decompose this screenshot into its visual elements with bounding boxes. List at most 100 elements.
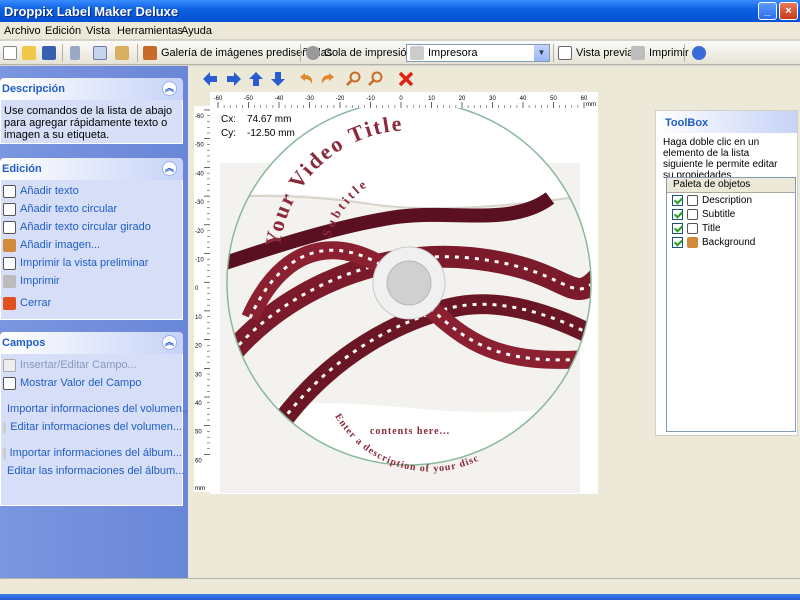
collapse-icon[interactable]: ︽: [162, 335, 177, 350]
close-button[interactable]: ×: [779, 2, 798, 20]
chevron-down-icon[interactable]: ▼: [534, 45, 549, 61]
title-bar: Droppix Label Maker Deluxe _ ×: [0, 0, 800, 22]
printer-icon: [410, 46, 424, 60]
arrow-left-icon[interactable]: [202, 71, 218, 87]
insert-field-item[interactable]: Insertar/Editar Campo...: [1, 356, 182, 374]
help-button[interactable]: [692, 44, 710, 62]
label-workarea[interactable]: Cx: 74.67 mm Cy: -12.50 mm Your Video Ti…: [210, 108, 598, 494]
horizontal-ruler: -60 -50 -40 -30 -20 -10 0 10 20 30 40 50 60 mm: [210, 92, 598, 108]
edicion-header[interactable]: Edición ︽: [0, 158, 183, 180]
descripcion-title: Descripción: [2, 83, 65, 95]
ruler-tick-label: 0: [399, 96, 403, 102]
close-item[interactable]: Cerrar: [1, 294, 182, 312]
add-circular-text-item[interactable]: Añadir texto circular: [1, 200, 182, 218]
print-button[interactable]: Imprimir: [631, 44, 689, 62]
text-icon: [3, 184, 16, 198]
edit-album-item[interactable]: Editar las informaciones del álbum...: [1, 462, 184, 480]
import-album-item[interactable]: Importar informaciones del álbum...: [1, 444, 182, 462]
cd-label[interactable]: Your Video Title Subtitle Enter a descri…: [210, 108, 598, 494]
open-button[interactable]: [22, 44, 40, 62]
add-image-item[interactable]: Añadir imagen...: [1, 236, 182, 254]
printer-dropdown[interactable]: Impresora ▼: [406, 44, 550, 62]
canvas-nav-toolbar: [188, 66, 800, 92]
descripcion-header[interactable]: Descripción ︽: [0, 78, 183, 100]
campos-group: Campos ︽ Insertar/Editar Campo... Mostrar…: [0, 332, 191, 506]
paste-icon: [115, 46, 129, 60]
menu-archivo[interactable]: Archivo: [4, 25, 41, 37]
preview-button[interactable]: Vista previa: [558, 44, 633, 62]
descripcion-text: Use comandos de la lista de abajo para a…: [4, 105, 173, 141]
import-volume-item[interactable]: Importar informaciones del volumen...: [1, 400, 191, 418]
object-title[interactable]: Title: [667, 221, 795, 235]
gallery-button[interactable]: Galería de imágenes prediseñadas: [143, 44, 332, 62]
ruler-tick-label: 30: [195, 372, 202, 378]
show-field-value-item[interactable]: Mostrar Valor del Campo: [1, 374, 182, 392]
campos-header[interactable]: Campos ︽: [0, 332, 183, 354]
new-button[interactable]: [3, 44, 21, 62]
menu-ayuda[interactable]: Ayuda: [181, 25, 212, 37]
minimize-button[interactable]: _: [758, 2, 777, 20]
print-item[interactable]: Imprimir: [1, 272, 182, 290]
edicion-group: Edición ︽ Añadir texto Añadir texto circu…: [0, 158, 183, 320]
ruler-tick-label: -30: [305, 96, 314, 102]
checkbox[interactable]: [672, 208, 683, 220]
disc-description-line2[interactable]: contents here...: [370, 426, 450, 437]
edit-volume-item[interactable]: Editar informaciones del volumen...: [1, 418, 182, 436]
ruler-tick-label: -20: [195, 229, 204, 235]
music-disc-icon: [3, 446, 6, 460]
field-icon: [3, 376, 16, 390]
collapse-icon[interactable]: ︽: [162, 161, 177, 176]
cut-button[interactable]: [70, 44, 84, 62]
text-icon: [3, 220, 16, 234]
zoom-in-icon[interactable]: [346, 71, 362, 87]
gallery-icon: [143, 46, 157, 60]
print-label: Imprimir: [649, 47, 689, 59]
ruler-tick-label: 40: [195, 401, 202, 407]
field-icon: [3, 358, 16, 372]
object-subtitle[interactable]: Subtitle: [667, 207, 795, 221]
cut-icon: [70, 46, 80, 60]
ruler-tick-label: -60: [195, 114, 204, 120]
ruler-tick-label: 20: [459, 96, 466, 102]
object-description[interactable]: Description: [667, 193, 795, 207]
toolbox-header: ToolBox: [656, 111, 797, 133]
checkbox[interactable]: [672, 236, 683, 248]
object-background[interactable]: Background: [667, 235, 795, 249]
collapse-icon[interactable]: ︽: [162, 81, 177, 96]
text-icon: [3, 202, 16, 216]
ruler-tick-label: 40: [520, 96, 527, 102]
image-icon: [3, 238, 16, 252]
arrow-right-icon[interactable]: [226, 71, 242, 87]
ruler-tick-label: -20: [336, 96, 345, 102]
add-text-item[interactable]: Añadir texto: [1, 182, 182, 200]
gear-icon: [306, 46, 320, 60]
redo-icon[interactable]: [320, 71, 336, 87]
ruler-tick-label: 50: [195, 430, 202, 436]
menu-vista[interactable]: Vista: [86, 25, 110, 37]
menu-herramientas[interactable]: Herramientas: [117, 25, 183, 37]
ruler-tick-label: -10: [366, 96, 375, 102]
close-icon: [3, 296, 16, 310]
copy-button[interactable]: [93, 44, 111, 62]
checkbox[interactable]: [672, 222, 683, 234]
paste-button[interactable]: [115, 44, 133, 62]
preview-icon: [558, 46, 572, 60]
text-icon: [687, 222, 698, 234]
arrow-down-icon[interactable]: [270, 71, 286, 87]
copy-icon: [93, 46, 107, 60]
arrow-up-icon[interactable]: [248, 71, 264, 87]
add-rotated-circular-text-item[interactable]: Añadir texto circular girado: [1, 218, 182, 236]
save-button[interactable]: [42, 44, 60, 62]
print-queue-button[interactable]: Cola de impresión: [306, 44, 413, 62]
task-panel: Descripción ︽ Use comandos de la lista de…: [0, 66, 191, 578]
menu-bar: Archivo Edición Vista Herramientas Ayuda: [0, 22, 800, 40]
menu-edicion[interactable]: Edición: [45, 25, 81, 37]
delete-icon[interactable]: [398, 71, 414, 87]
text-icon: [687, 208, 698, 220]
undo-icon[interactable]: [298, 71, 314, 87]
open-folder-icon: [22, 46, 36, 60]
checkbox[interactable]: [672, 194, 683, 206]
zoom-out-icon[interactable]: [368, 71, 384, 87]
print-preview-item[interactable]: Imprimir la vista preliminar: [1, 254, 182, 272]
ruler-tick-label: -30: [195, 200, 204, 206]
